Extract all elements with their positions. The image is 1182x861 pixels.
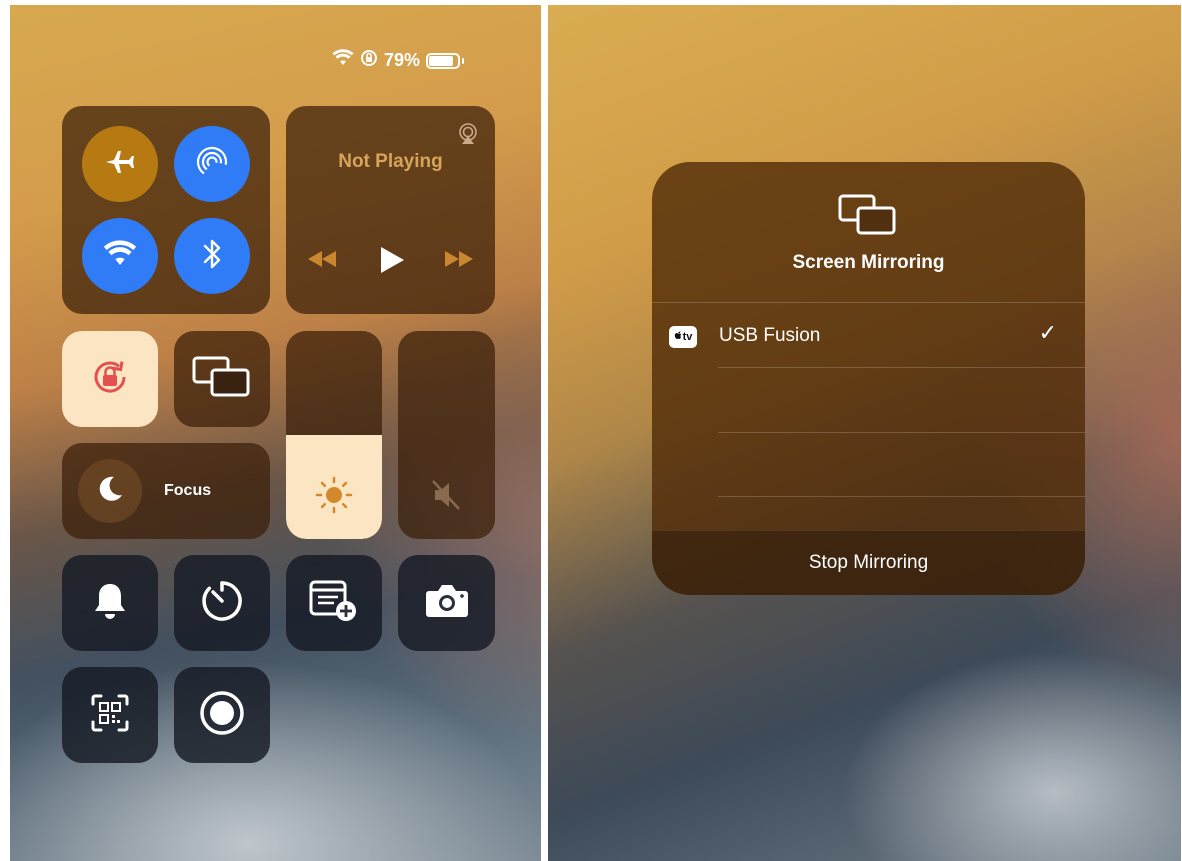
screen-record-icon [198,689,246,742]
screen-mirroring-modal: Screen Mirroring tv USB Fusion ✓ Stop Mi… [652,162,1085,595]
orientation-lock-icon [88,355,132,404]
battery-icon [426,52,461,69]
bluetooth-button[interactable] [174,218,250,294]
row-divider [718,367,1085,368]
airplay-icon [456,123,480,150]
quick-note-icon [308,578,360,629]
timer-button[interactable] [174,555,270,651]
wifi-icon [103,239,137,273]
battery-percent: 79% [384,50,421,70]
checkmark-icon: ✓ [1038,320,1057,345]
status-bar: 79% [332,49,465,72]
fast-forward-button[interactable] [443,249,475,274]
moon-icon [95,474,125,509]
device-row-usb-fusion[interactable] [652,302,1085,367]
panel-divider [541,0,548,861]
muted-speaker-icon [427,475,467,520]
screen-mirroring-panel: Screen Mirroring tv USB Fusion ✓ Stop Mi… [548,5,1181,861]
control-center-panel: 79% Not Playing Focus [10,5,541,861]
screen-recording-button[interactable] [174,667,270,763]
code-scanner-button[interactable] [62,667,158,763]
screen-mirroring-icon [838,194,898,241]
orientation-lock-button[interactable] [62,331,158,427]
row-divider [718,496,1085,497]
row-divider [718,432,1085,433]
airplane-mode-button[interactable] [82,126,158,202]
camera-button[interactable] [398,555,495,651]
orientation-lock-icon [360,49,378,72]
apple-tv-badge-text: tv [682,331,693,343]
battery-nub [462,57,465,64]
silent-mode-button[interactable] [62,555,158,651]
airplay-audio-button[interactable] [456,122,480,151]
apple-logo-icon [674,331,682,343]
camera-icon [423,582,471,625]
qr-code-icon [90,693,130,738]
wifi-button[interactable] [82,218,158,294]
focus-icon-circle [78,459,142,523]
brightness-slider[interactable] [286,331,382,539]
bluetooth-icon [200,237,224,276]
apple-tv-badge: tv [669,326,697,348]
brightness-icon [314,475,354,520]
fast-forward-icon [443,251,475,273]
battery-fill [429,55,453,66]
play-icon [378,247,406,279]
screen-mirroring-button[interactable] [174,331,270,427]
rewind-button[interactable] [306,249,338,274]
airplane-icon [102,144,138,185]
wifi-icon [332,49,354,72]
rewind-icon [306,251,338,273]
modal-title: Screen Mirroring [792,252,945,273]
timer-icon [200,579,244,628]
quick-note-button[interactable] [286,555,382,651]
focus-button[interactable]: Focus [62,443,270,539]
volume-slider[interactable] [398,331,495,539]
focus-label: Focus [164,482,212,499]
play-button[interactable] [378,245,406,280]
connectivity-tile [62,106,270,314]
bell-icon [93,581,127,626]
device-name: USB Fusion [719,325,821,346]
now-playing-tile: Not Playing [286,106,495,314]
stop-mirroring-label: Stop Mirroring [808,552,929,573]
now-playing-title: Not Playing [338,151,443,172]
airdrop-button[interactable] [174,126,250,202]
airdrop-icon [192,142,232,187]
screen-mirroring-icon [192,356,252,403]
